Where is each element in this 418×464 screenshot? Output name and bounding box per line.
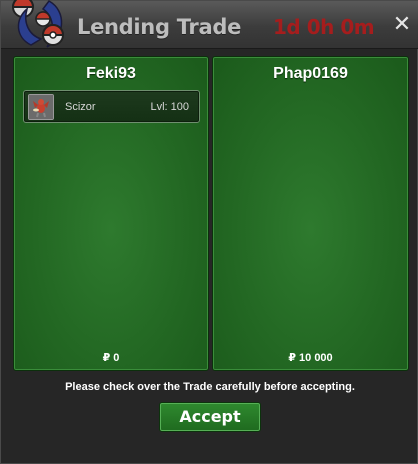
item-name: Scizor: [65, 101, 96, 113]
trade-notice: Please check over the Trade carefully be…: [65, 381, 355, 393]
title-bar[interactable]: Lending Trade 1d 0h 0m ✕: [1, 0, 418, 49]
window-title: Lending Trade: [77, 15, 242, 39]
right-money-amount: ₽ 10 000: [288, 352, 333, 364]
item-level: Lvl: 100: [150, 101, 189, 113]
trade-item-slot[interactable]: Scizor Lvl: 100: [23, 90, 200, 123]
accept-button[interactable]: Accept: [159, 402, 261, 432]
lending-trade-window: Lending Trade 1d 0h 0m ✕ Feki93 Scizor L…: [0, 0, 418, 464]
scizor-sprite-icon: [28, 94, 54, 120]
left-player-name: Feki93: [86, 65, 136, 82]
right-player-name: Phap0169: [273, 65, 348, 82]
close-icon[interactable]: ✕: [391, 14, 413, 36]
left-trade-panel: Feki93 Scizor Lvl: 100 ₽ 0: [13, 56, 209, 371]
trade-timer: 1d 0h 0m: [273, 15, 375, 39]
left-money-amount: ₽ 0: [102, 352, 120, 364]
pokeball-logo-icon: [11, 0, 65, 48]
right-trade-panel: Phap0169 ₽ 10 000: [212, 56, 409, 371]
